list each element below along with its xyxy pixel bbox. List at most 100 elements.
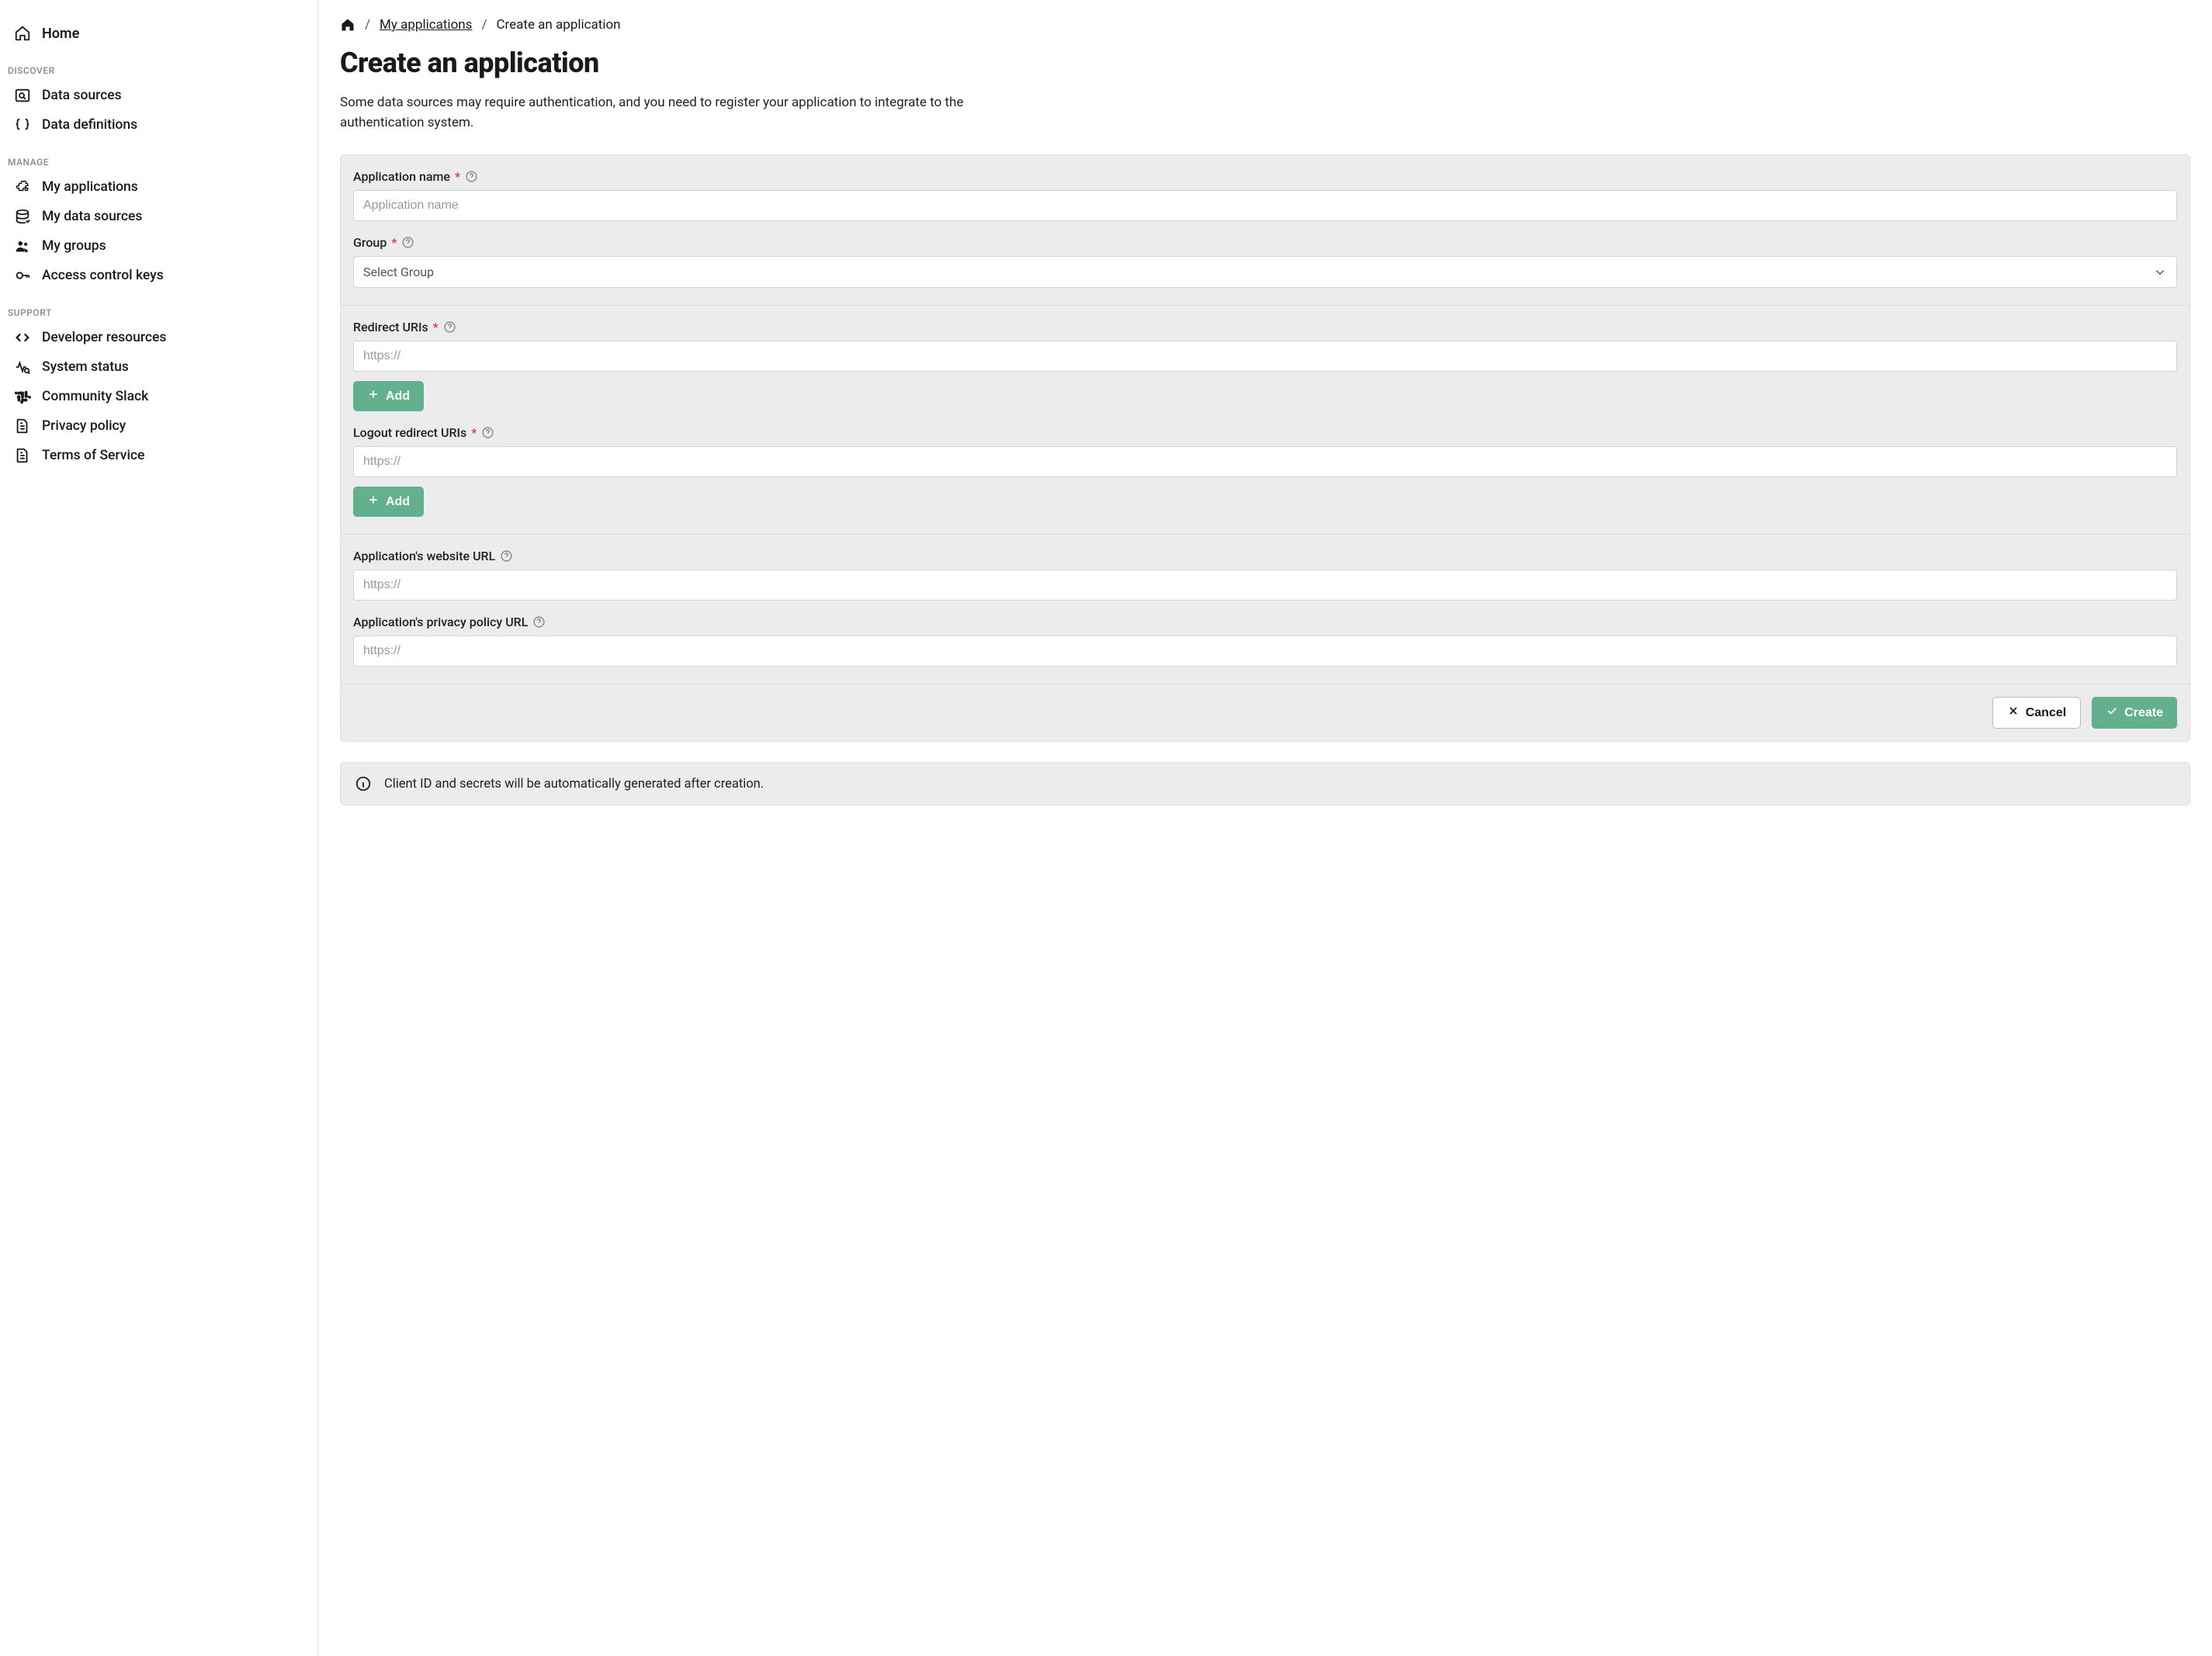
field-label: Redirect URIs *	[353, 320, 2177, 334]
database-icon	[14, 208, 31, 225]
key-icon	[14, 267, 31, 284]
redirect-uri-input[interactable]	[353, 341, 2177, 372]
close-icon	[2007, 705, 2020, 721]
page-description: Some data sources may require authentica…	[340, 93, 1038, 133]
sidebar-item-terms-of-service[interactable]: Terms of Service	[0, 441, 317, 470]
sidebar-item-label: Terms of Service	[42, 448, 144, 463]
breadcrumb-current: Create an application	[496, 17, 620, 33]
label-text: Redirect URIs	[353, 320, 428, 334]
help-icon[interactable]	[481, 426, 494, 439]
field-label: Group *	[353, 235, 2177, 250]
sidebar-item-label: Developer resources	[42, 330, 166, 345]
field-label: Application's website URL	[353, 549, 2177, 563]
button-label: Cancel	[2026, 706, 2066, 720]
form-card: Application name * Group *	[340, 154, 2190, 742]
help-icon[interactable]	[443, 320, 456, 334]
field-group: Group * Select Group	[353, 235, 2177, 288]
cancel-button[interactable]: Cancel	[1992, 697, 2081, 729]
label-text: Group	[353, 235, 387, 250]
home-icon[interactable]	[340, 17, 355, 33]
page-title: Create an application	[340, 47, 2190, 79]
form-section-urls: Application's website URL Application's …	[341, 535, 2189, 684]
sidebar-section-discover: DISCOVER	[0, 48, 317, 81]
slack-icon	[14, 388, 31, 405]
info-text: Client ID and secrets will be automatica…	[384, 777, 764, 792]
breadcrumb-separator: /	[481, 17, 487, 33]
sidebar-item-home[interactable]: Home	[0, 19, 317, 48]
sidebar-item-my-groups[interactable]: My groups	[0, 231, 317, 261]
code-icon	[14, 329, 31, 346]
sidebar-item-label: Access control keys	[42, 268, 164, 283]
label-text: Logout redirect URIs	[353, 425, 466, 440]
pulse-search-icon	[14, 359, 31, 376]
form-section-uris: Redirect URIs * Add Logout redirect URIs	[341, 306, 2189, 535]
chevron-down-icon	[2153, 265, 2167, 279]
plus-icon	[367, 494, 380, 510]
sidebar-item-data-definitions[interactable]: Data definitions	[0, 110, 317, 140]
help-icon[interactable]	[532, 615, 546, 629]
info-banner: Client ID and secrets will be automatica…	[340, 762, 2190, 805]
privacy-url-input[interactable]	[353, 636, 2177, 667]
sidebar-item-label: My applications	[42, 179, 138, 195]
home-icon	[14, 25, 31, 42]
breadcrumb-my-applications[interactable]: My applications	[380, 17, 472, 33]
sidebar-item-system-status[interactable]: System status	[0, 352, 317, 382]
application-name-input[interactable]	[353, 190, 2177, 221]
sidebar-item-access-control-keys[interactable]: Access control keys	[0, 261, 317, 290]
label-text: Application's privacy policy URL	[353, 615, 528, 629]
sidebar-item-label: Data definitions	[42, 117, 137, 133]
info-icon	[355, 775, 372, 792]
field-label: Application name *	[353, 169, 2177, 184]
required-asterisk: *	[433, 320, 439, 334]
field-redirect-uris: Redirect URIs * Add	[353, 320, 2177, 411]
add-redirect-uri-button[interactable]: Add	[353, 381, 424, 411]
create-button[interactable]: Create	[2092, 697, 2177, 729]
field-application-name: Application name *	[353, 169, 2177, 221]
field-logout-redirect-uris: Logout redirect URIs * Add	[353, 425, 2177, 517]
help-icon[interactable]	[465, 170, 478, 183]
label-text: Application's website URL	[353, 549, 495, 563]
sidebar-item-label: Home	[42, 26, 79, 42]
required-asterisk: *	[471, 425, 477, 440]
sidebar-item-my-applications[interactable]: My applications	[0, 172, 317, 202]
sidebar-item-developer-resources[interactable]: Developer resources	[0, 323, 317, 352]
sidebar-item-label: Data sources	[42, 88, 122, 103]
field-website-url: Application's website URL	[353, 549, 2177, 601]
group-select[interactable]: Select Group	[353, 256, 2177, 288]
plus-icon	[367, 388, 380, 404]
document-icon	[14, 447, 31, 464]
check-icon	[2106, 705, 2118, 721]
logout-redirect-uri-input[interactable]	[353, 446, 2177, 477]
help-icon[interactable]	[401, 236, 414, 249]
field-privacy-url: Application's privacy policy URL	[353, 615, 2177, 667]
sidebar: Home DISCOVER Data sources Data definiti…	[0, 0, 318, 1656]
button-label: Create	[2124, 706, 2163, 720]
database-search-icon	[14, 87, 31, 104]
puzzle-icon	[14, 178, 31, 196]
label-text: Application name	[353, 169, 450, 184]
website-url-input[interactable]	[353, 570, 2177, 601]
sidebar-item-data-sources[interactable]: Data sources	[0, 81, 317, 110]
add-logout-redirect-uri-button[interactable]: Add	[353, 487, 424, 517]
sidebar-item-privacy-policy[interactable]: Privacy policy	[0, 411, 317, 441]
help-icon[interactable]	[500, 549, 513, 563]
sidebar-item-label: System status	[42, 359, 129, 375]
sidebar-item-my-data-sources[interactable]: My data sources	[0, 202, 317, 231]
required-asterisk: *	[455, 169, 460, 184]
button-label: Add	[386, 390, 410, 404]
breadcrumb-separator: /	[365, 17, 370, 33]
braces-icon	[14, 116, 31, 133]
users-icon	[14, 237, 31, 255]
sidebar-item-label: Community Slack	[42, 389, 148, 404]
main-content: / My applications / Create an applicatio…	[318, 0, 2212, 1656]
document-icon	[14, 417, 31, 435]
sidebar-item-community-slack[interactable]: Community Slack	[0, 382, 317, 411]
sidebar-section-support: SUPPORT	[0, 290, 317, 323]
field-label: Logout redirect URIs *	[353, 425, 2177, 440]
sidebar-item-label: My groups	[42, 238, 106, 254]
breadcrumb: / My applications / Create an applicatio…	[340, 17, 2190, 33]
form-section-basic: Application name * Group *	[341, 155, 2189, 306]
sidebar-item-label: My data sources	[42, 209, 142, 224]
select-placeholder: Select Group	[363, 265, 434, 279]
sidebar-section-manage: MANAGE	[0, 140, 317, 172]
